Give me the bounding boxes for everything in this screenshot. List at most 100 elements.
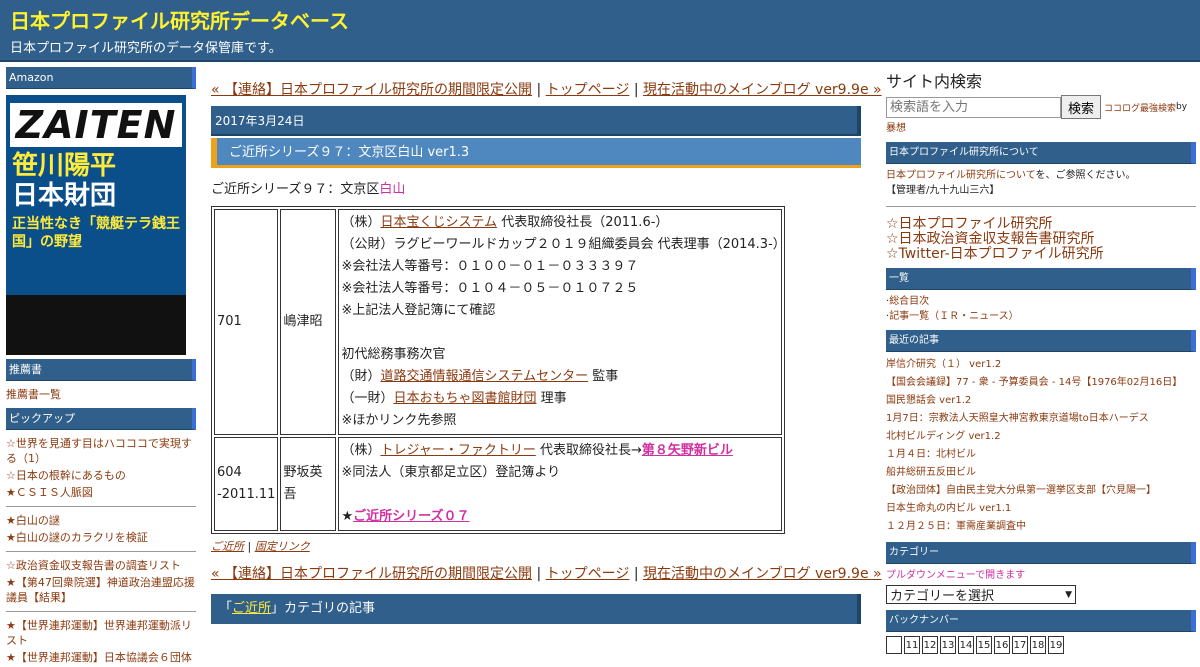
pickup-link[interactable]: ★【世界連邦運動】世界連邦運動派リスト <box>6 618 196 648</box>
recent-article-link[interactable]: 国民懇話会 ver1.2 <box>886 392 1196 410</box>
recent-article-link[interactable]: 北村ビルディング ver1.2 <box>886 428 1196 446</box>
article-list-link[interactable]: 記事一覧（ＩＲ・ニュース） <box>889 311 1019 322</box>
search-button[interactable]: 検索 <box>1061 95 1102 119</box>
recent-article-link[interactable]: 日本生命丸の内ビル ver1.1 <box>886 500 1196 518</box>
index-link[interactable]: 総合目次 <box>889 296 929 307</box>
magazine-headline-3: 正当性なき「競艇テラ銭王国」の野望 <box>12 216 180 250</box>
pickup-link[interactable]: ☆政治資金収支報告書の調査リスト <box>6 558 196 573</box>
pickup-link[interactable]: ★白山の謎 <box>6 513 196 528</box>
chevron-down-icon: ▼ <box>1065 589 1072 600</box>
org-link[interactable]: 日本おもちゃ図書館財団 <box>393 391 536 406</box>
detail-text: 代表取締役社長→ <box>535 443 642 458</box>
pickup-link[interactable]: ☆世界を見通す目はハコココで実現する（1） <box>6 436 196 466</box>
site-title[interactable]: 日本プロファイル研究所データベース <box>10 8 1190 34</box>
person-details: （株）トレジャー・ファクトリー 代表取締役社長→第８矢野新ビル ※同法人（東京都… <box>338 437 783 531</box>
category-select-value: カテゴリーを選択 <box>890 589 995 604</box>
row-number-value: 604 <box>217 465 242 480</box>
calendar-day[interactable]: 13 <box>940 636 956 654</box>
recent-article-link[interactable]: 船井総研五反田ビル <box>886 464 1196 482</box>
search-input[interactable] <box>886 96 1061 118</box>
divider <box>6 611 196 612</box>
calendar-day[interactable] <box>886 636 902 654</box>
detail-text: ※ほかリンク先参照 <box>341 413 457 428</box>
recent-article-link[interactable]: 【政治団体】自由民主党大分県第一選挙区支部【穴見陽一】 <box>886 482 1196 500</box>
table-row: 604 -2011.11 野坂英吾 （株）トレジャー・ファクトリー 代表取締役社長… <box>214 437 783 531</box>
building-link[interactable]: 第８矢野新ビル <box>642 443 733 458</box>
detail-text: 監事 <box>588 369 619 384</box>
main-content: « 【連絡】日本プロファイル研究所の期間限定公開 | トップページ | 現在活動… <box>211 80 882 624</box>
detail-text: ※同法人（東京都足立区）登記簿より <box>341 465 561 480</box>
recent-article-link[interactable]: 岸信介研究（１） ver1.2 <box>886 356 1196 374</box>
org-link[interactable]: トレジャー・ファクトリー <box>380 443 535 458</box>
prev-entry-link[interactable]: « 【連絡】日本プロファイル研究所の期間限定公開 <box>211 82 532 98</box>
cocolog-author-link[interactable]: 暴想 <box>886 121 1196 136</box>
right-sidebar: サイト内検索 検索 ココログ最強検索 by 暴想 日本プロファイル研究所について… <box>886 68 1196 654</box>
prev-entry-link[interactable]: « 【連絡】日本プロファイル研究所の期間限定公開 <box>211 566 532 582</box>
detail-text: 初代総務事務次官 <box>341 347 446 362</box>
profile-table: 701 嶋津昭 （株）日本宝くじシステム 代表取締役社長（2011.6-） （公… <box>211 206 786 534</box>
table-row: 701 嶋津昭 （株）日本宝くじシステム 代表取締役社長（2011.6-） （公… <box>214 209 786 435</box>
recommend-list-link[interactable]: 推薦書一覧 <box>6 387 196 402</box>
nav-separator: | <box>532 82 546 98</box>
recent-article-link[interactable]: 【国会会議録】77 - 衆 - 予算委員会 - 14号【1976年02月16日】 <box>886 374 1196 392</box>
detail-text: ※会社法人等番号：０１０４－０５－０１０７２５ <box>341 281 639 296</box>
calendar-day[interactable]: 19 <box>1048 636 1064 654</box>
divider <box>886 206 1196 207</box>
org-link[interactable]: 道路交通情報通信システムセンター <box>380 369 588 384</box>
recent-article-link[interactable]: 1月7日：宗教法人天照皇大神宮教東京道場to日本ハーデス <box>886 410 1196 428</box>
recent-article-link[interactable]: １月４日：北村ビル <box>886 446 1196 464</box>
nav-separator: | <box>629 82 643 98</box>
category-link[interactable]: ご近所 <box>211 540 244 553</box>
twitter-link[interactable]: ☆Twitter-日本プロファイル研究所 <box>886 247 1196 262</box>
row-number: 604 -2011.11 <box>214 437 279 531</box>
pickup-link[interactable]: ★【世界連邦運動】日本協議会６団体 <box>6 650 196 665</box>
recommend-heading: 推薦書 <box>6 359 196 381</box>
calendar-day[interactable]: 12 <box>922 636 938 654</box>
list-items: ·総合目次 ·記事一覧（ＩＲ・ニュース） <box>886 296 1019 322</box>
detail-text: （公財）ラグビーワールドカップ２０１９組織委員会 代表理事（2014.3-） <box>341 237 786 252</box>
category-select[interactable]: カテゴリーを選択 ▼ <box>886 585 1076 604</box>
permalink-link[interactable]: 固定リンク <box>255 540 310 553</box>
recent-article-link[interactable]: １２月２５日：軍需産業調査中 <box>886 518 1196 536</box>
magazine-cover-image[interactable]: ZAITEN 笹川陽平 日本財団 正当性なき「競艇テラ銭王国」の野望 <box>6 95 186 355</box>
pickup-link[interactable]: ★ＣＳＩＳ人脈図 <box>6 485 196 500</box>
calendar-day[interactable]: 11 <box>904 636 920 654</box>
list-heading: 一覧 <box>886 268 1196 290</box>
detail-text: ※会社法人等番号：０１００－０１－０３３３９７ <box>341 259 639 274</box>
cocolog-search-link[interactable]: ココログ最強検索 <box>1104 101 1176 114</box>
entry-nav-top: « 【連絡】日本プロファイル研究所の期間限定公開 | トップページ | 現在活動… <box>211 80 882 100</box>
funds-site-link[interactable]: ☆日本政治資金収支報告書研究所 <box>886 232 1196 247</box>
top-page-link[interactable]: トップページ <box>546 82 630 98</box>
site-header: 日本プロファイル研究所データベース 日本プロファイル研究所のデータ保管庫です。 <box>0 0 1200 62</box>
nav-separator: | <box>532 566 546 582</box>
calendar-day[interactable]: 14 <box>958 636 974 654</box>
org-link[interactable]: 日本宝くじシステム <box>380 215 497 230</box>
nav-separator: | <box>629 566 643 582</box>
calendar-day[interactable]: 17 <box>1012 636 1028 654</box>
calendar-day[interactable]: 16 <box>994 636 1010 654</box>
about-heading: 日本プロファイル研究所について <box>886 142 1196 164</box>
about-link[interactable]: 日本プロファイル研究所について <box>886 170 1036 181</box>
top-page-link[interactable]: トップページ <box>546 566 630 582</box>
recent-list: 岸信介研究（１） ver1.2 【国会会議録】77 - 衆 - 予算委員会 - … <box>886 356 1196 536</box>
hakusan-link[interactable]: 白山 <box>379 182 405 197</box>
magazine-headline-1: 笹川陽平 <box>12 151 117 181</box>
heading-text: 」カテゴリの記事 <box>271 601 376 616</box>
entry-intro: ご近所シリーズ９７：文京区白山 <box>211 183 861 197</box>
pickup-link[interactable]: ☆日本の根幹にあるもの <box>6 468 196 483</box>
entry-date: 2017年3月24日 <box>211 106 861 136</box>
search-title: サイト内検索 <box>886 72 983 91</box>
calendar-day[interactable]: 15 <box>976 636 992 654</box>
series-link[interactable]: ご近所シリーズ０７ <box>353 509 469 524</box>
category-link[interactable]: ご近所 <box>232 601 271 616</box>
pickup-link[interactable]: ★白山の謎のカラクリを検証 <box>6 530 196 545</box>
profile-site-link[interactable]: ☆日本プロファイル研究所 <box>886 217 1196 232</box>
detail-text: （株） <box>341 443 381 458</box>
pickup-link[interactable]: ★【第47回衆院選】神道政治連盟応援議員【結果】 <box>6 575 196 605</box>
calendar-day[interactable]: 18 <box>1030 636 1046 654</box>
main-blog-link[interactable]: 現在活動中のメインブログ ver9.9e » <box>643 566 882 582</box>
intro-text: ご近所シリーズ９７：文京区 <box>211 182 380 197</box>
main-blog-link[interactable]: 現在活動中のメインブログ ver9.9e » <box>643 82 882 98</box>
